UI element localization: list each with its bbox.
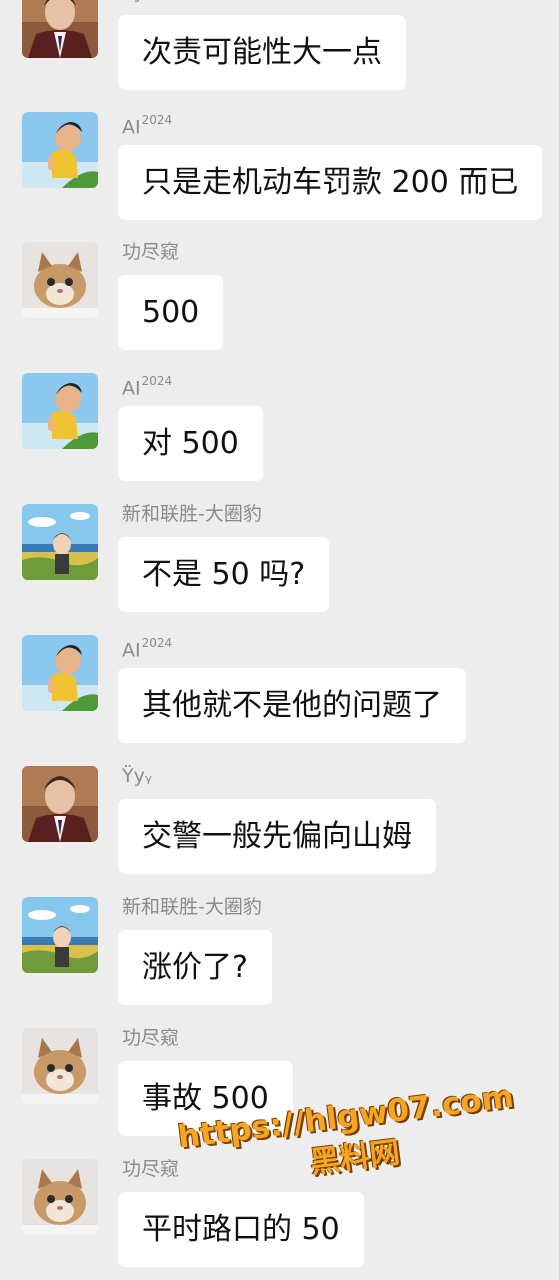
- sender-name: AI2024: [122, 371, 172, 400]
- sender-name-text: 功尽窥: [122, 1158, 180, 1180]
- avatar-cartoon-boy[interactable]: [22, 635, 98, 711]
- message-bubble[interactable]: 平时路口的 50: [118, 1192, 364, 1267]
- sender-name-text: 新和联胜-大圈豹: [122, 896, 262, 918]
- chat-message: Ÿyᵧ 交警一般先偏向山姆: [0, 764, 559, 886]
- message-bubble[interactable]: 其他就不是他的问题了: [118, 668, 466, 743]
- sender-name-text: 功尽窥: [122, 241, 180, 263]
- message-bubble[interactable]: 事故 500: [118, 1061, 293, 1136]
- sender-name: 功尽窥: [122, 240, 179, 264]
- avatar-cartoon-boy[interactable]: [22, 112, 98, 188]
- sender-name: Ÿyᵧ: [122, 0, 152, 4]
- avatar-cartoon-field[interactable]: [22, 897, 98, 973]
- avatar-young-man-in-suit[interactable]: [22, 0, 98, 58]
- sender-name-superscript: 2024: [141, 374, 173, 388]
- avatar-kitten[interactable]: [22, 1028, 98, 1104]
- chat-message: Ÿyᵧ 次责可能性大一点: [0, 0, 559, 102]
- sender-name-text: AI: [122, 116, 141, 139]
- message-bubble[interactable]: 500: [118, 275, 224, 350]
- message-bubble[interactable]: 对 500: [118, 406, 263, 481]
- sender-name-text: Ÿyᵧ: [122, 0, 152, 3]
- message-bubble[interactable]: 次责可能性大一点: [118, 15, 406, 90]
- sender-name: 新和联胜-大圈豹: [122, 895, 262, 919]
- sender-name-text: 新和联胜-大圈豹: [122, 503, 262, 525]
- sender-name: AI2024: [122, 110, 172, 139]
- sender-name: 功尽窥: [122, 1026, 179, 1050]
- sender-name-text: 功尽窥: [122, 1027, 180, 1049]
- chat-message: AI2024 对 500: [0, 373, 559, 493]
- message-bubble[interactable]: 涨价了?: [118, 930, 272, 1005]
- sender-name-text: AI: [122, 639, 141, 662]
- chat-message: 功尽窥平时路口的 50: [0, 1157, 559, 1279]
- chat-message: 新和联胜-大圈豹不是 50 吗?: [0, 502, 559, 624]
- avatar-kitten[interactable]: [22, 1159, 98, 1235]
- chat-message: 功尽窥事故 500: [0, 1026, 559, 1148]
- chat-message: 功尽窥 500: [0, 240, 559, 362]
- avatar-young-man-in-suit[interactable]: [22, 766, 98, 842]
- message-bubble[interactable]: 不是 50 吗?: [118, 537, 330, 612]
- avatar-kitten[interactable]: [22, 242, 98, 318]
- sender-name-text: Ÿyᵧ: [122, 765, 152, 787]
- chat-message: 新和联胜-大圈豹涨价了?: [0, 895, 559, 1017]
- sender-name: Ÿyᵧ: [122, 764, 152, 788]
- message-bubble[interactable]: 只是走机动车罚款 200 而已: [118, 145, 543, 220]
- sender-name: 功尽窥: [122, 1157, 179, 1181]
- avatar-cartoon-field[interactable]: [22, 504, 98, 580]
- message-bubble[interactable]: 交警一般先偏向山姆: [118, 799, 436, 874]
- chat-message: AI2024 其他就不是他的问题了: [0, 635, 559, 755]
- sender-name-superscript: 2024: [141, 636, 173, 650]
- chat-message: AI2024 只是走机动车罚款 200 而已: [0, 112, 559, 232]
- sender-name-superscript: 2024: [141, 113, 173, 127]
- avatar-cartoon-boy[interactable]: [22, 373, 98, 449]
- sender-name: AI2024: [122, 633, 172, 662]
- sender-name: 新和联胜-大圈豹: [122, 502, 262, 526]
- sender-name-text: AI: [122, 377, 141, 400]
